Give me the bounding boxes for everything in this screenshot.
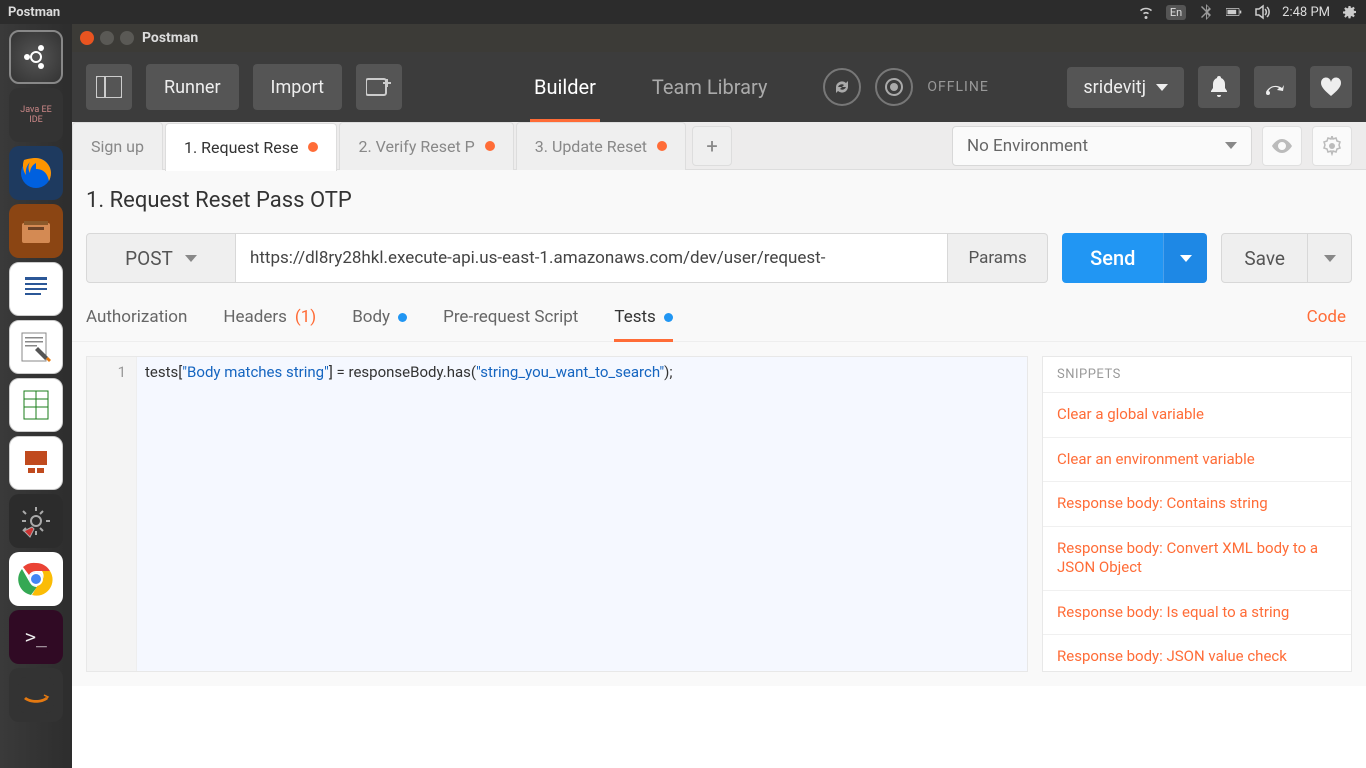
launcher-libreoffice-calc[interactable] — [9, 378, 63, 432]
request-tab-1[interactable]: 1. Request Rese — [165, 123, 337, 171]
window-close-button[interactable] — [80, 31, 94, 45]
request-tab-signup[interactable]: Sign up — [72, 122, 163, 170]
team-library-tab[interactable]: Team Library — [624, 52, 796, 122]
active-app-name: Postman — [8, 5, 60, 20]
snippet-item[interactable]: Response body: Convert XML body to a JSO… — [1043, 527, 1351, 591]
snippet-item[interactable]: Clear an environment variable — [1043, 438, 1351, 483]
gear-icon[interactable] — [1342, 4, 1358, 20]
sub-tab-authorization[interactable]: Authorization — [86, 307, 187, 341]
window-maximize-button[interactable] — [120, 31, 134, 45]
editor-content[interactable]: tests["Body matches string"] = responseB… — [137, 357, 1027, 671]
ubuntu-top-panel: Postman En 2:48 PM — [0, 0, 1366, 24]
launcher-dash[interactable] — [9, 30, 63, 84]
save-dropdown-button[interactable] — [1308, 233, 1352, 283]
launcher-terminal[interactable]: >_ — [9, 610, 63, 664]
request-tab-3[interactable]: 3. Update Reset — [516, 122, 686, 170]
snippet-item[interactable]: Response body: Is equal to a string — [1043, 591, 1351, 636]
body-indicator-icon — [398, 313, 407, 322]
launcher-amazon[interactable] — [9, 668, 63, 722]
offline-label: OFFLINE — [927, 79, 988, 95]
snippet-item[interactable]: Response body: JSON value check — [1043, 635, 1351, 672]
window-title: Postman — [142, 30, 198, 46]
chevron-down-icon — [1324, 255, 1336, 262]
battery-icon[interactable] — [1226, 4, 1242, 20]
chevron-down-icon — [1180, 255, 1192, 262]
send-button[interactable]: Send — [1062, 233, 1163, 283]
unsaved-dot-icon — [657, 141, 667, 151]
system-tray: En 2:48 PM — [1138, 4, 1358, 20]
request-tab-2[interactable]: 2. Verify Reset P — [339, 122, 513, 170]
unity-launcher: Java EEIDE >_ — [0, 24, 72, 768]
clock[interactable]: 2:48 PM — [1282, 5, 1330, 20]
runner-button[interactable]: Runner — [146, 64, 239, 110]
chevron-down-icon — [1156, 84, 1168, 91]
import-button[interactable]: Import — [253, 64, 342, 110]
request-tab-bar: Sign up 1. Request Rese 2. Verify Reset … — [72, 122, 1366, 170]
code-link[interactable]: Code — [1307, 307, 1352, 341]
snippets-header: SNIPPETS — [1043, 357, 1351, 393]
wifi-icon[interactable] — [1138, 4, 1154, 20]
add-tab-button[interactable]: + — [692, 126, 732, 166]
launcher-system-settings[interactable] — [9, 494, 63, 548]
snippet-item[interactable]: Response body: Contains string — [1043, 482, 1351, 527]
builder-tab[interactable]: Builder — [506, 52, 624, 122]
user-menu[interactable]: sridevitj — [1067, 67, 1184, 108]
launcher-chrome[interactable] — [9, 552, 63, 606]
unsaved-dot-icon — [485, 141, 495, 151]
postman-window: Postman Runner Import Builder Team Libra… — [72, 24, 1366, 768]
launcher-libreoffice-writer[interactable] — [9, 262, 63, 316]
tests-code-editor[interactable]: 1 tests["Body matches string"] = respons… — [86, 356, 1028, 672]
window-titlebar: Postman — [72, 24, 1366, 52]
heart-button[interactable] — [1310, 66, 1352, 108]
launcher-text-editor[interactable] — [9, 320, 63, 374]
sub-tab-tests[interactable]: Tests — [614, 307, 672, 341]
new-tab-button[interactable] — [356, 64, 402, 110]
launcher-files[interactable] — [9, 204, 63, 258]
method-select[interactable]: POST — [86, 233, 236, 283]
sidebar-toggle-button[interactable] — [86, 64, 132, 110]
env-settings-button[interactable] — [1312, 126, 1352, 166]
request-title: 1. Request Reset Pass OTP — [72, 170, 1366, 223]
chevron-down-icon — [185, 255, 197, 262]
sub-tab-body[interactable]: Body — [352, 307, 407, 341]
capture-icon[interactable] — [875, 68, 913, 106]
settings-button[interactable] — [1254, 66, 1296, 108]
chevron-down-icon — [1225, 142, 1237, 149]
request-sub-tabs: Authorization Headers (1) Body Pre-reque… — [72, 293, 1366, 342]
save-button[interactable]: Save — [1221, 233, 1308, 283]
notifications-button[interactable] — [1198, 66, 1240, 108]
volume-icon[interactable] — [1254, 4, 1270, 20]
env-quick-look-button[interactable] — [1262, 126, 1302, 166]
bluetooth-icon[interactable] — [1198, 4, 1214, 20]
url-input[interactable] — [236, 233, 948, 283]
send-dropdown-button[interactable] — [1163, 233, 1207, 283]
tests-indicator-icon — [664, 313, 673, 322]
snippets-panel: SNIPPETS Clear a global variable Clear a… — [1042, 356, 1352, 672]
sub-tab-prerequest[interactable]: Pre-request Script — [443, 307, 578, 341]
snippet-item[interactable]: Clear a global variable — [1043, 393, 1351, 438]
launcher-libreoffice-impress[interactable] — [9, 436, 63, 490]
postman-toolbar: Runner Import Builder Team Library OFFLI… — [72, 52, 1366, 122]
language-indicator[interactable]: En — [1166, 5, 1186, 20]
unsaved-dot-icon — [308, 142, 318, 152]
params-button[interactable]: Params — [948, 233, 1048, 283]
window-minimize-button[interactable] — [100, 31, 114, 45]
sync-icon[interactable] — [823, 68, 861, 106]
environment-select[interactable]: No Environment — [952, 126, 1252, 166]
sub-tab-headers[interactable]: Headers (1) — [223, 307, 316, 341]
launcher-firefox[interactable] — [9, 146, 63, 200]
editor-gutter: 1 — [87, 357, 137, 671]
launcher-javaee-ide[interactable]: Java EEIDE — [9, 88, 63, 142]
url-bar: POST Params Send Save — [72, 223, 1366, 293]
